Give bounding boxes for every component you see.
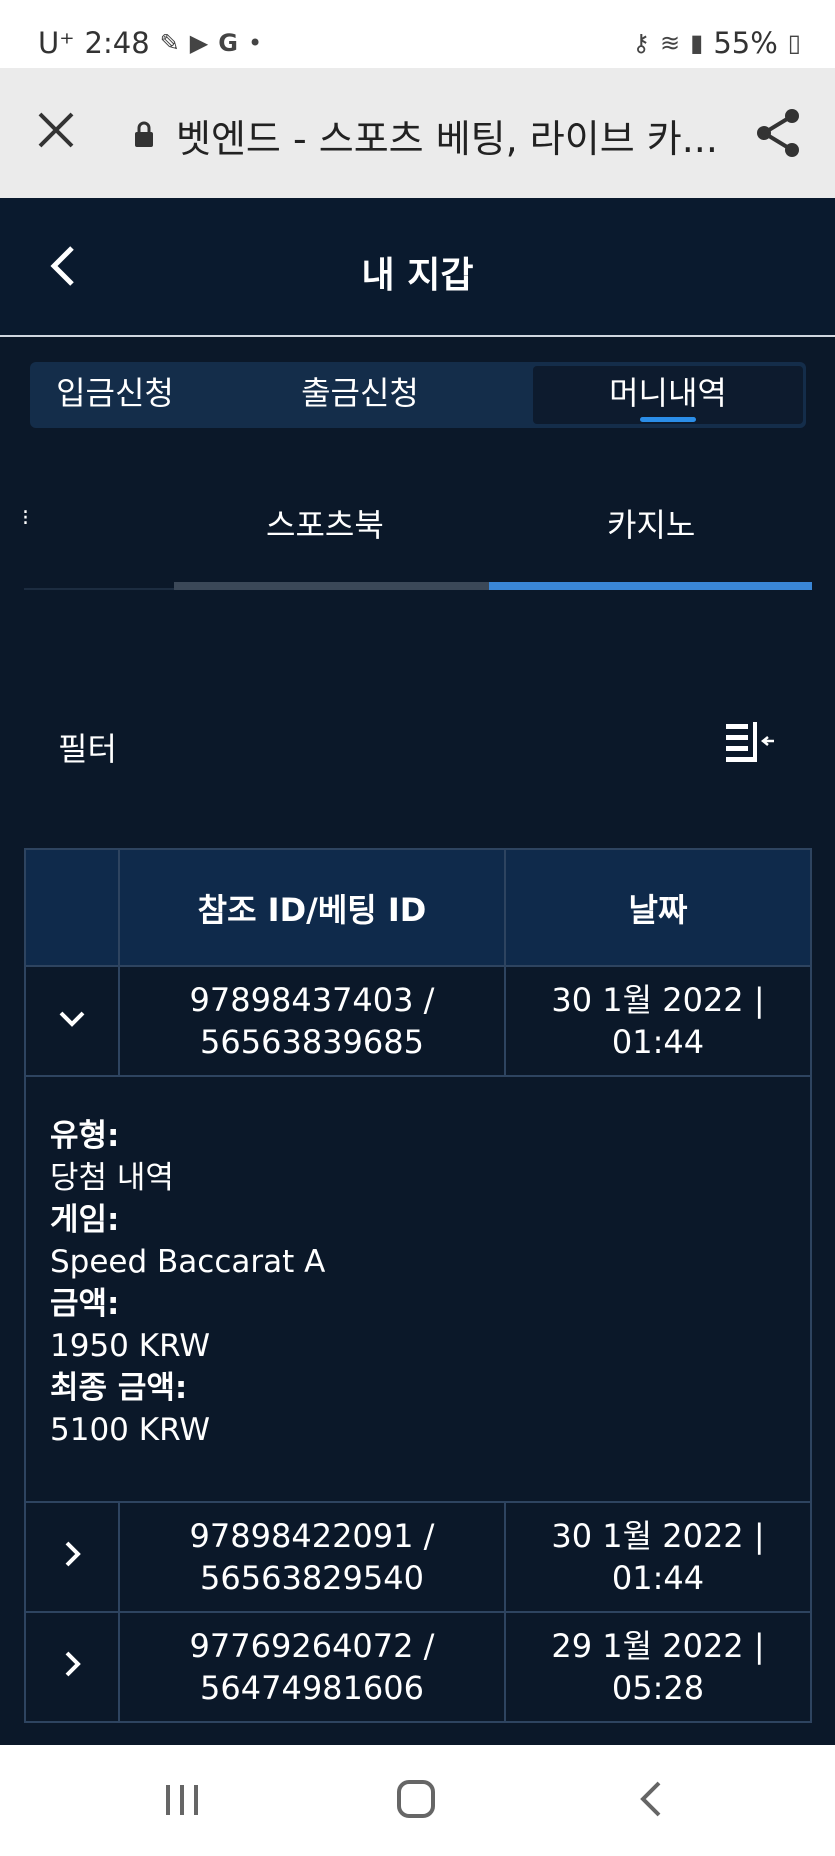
ref-id-line1: 97898437403 / [189, 981, 435, 1019]
expand-cell[interactable] [24, 1501, 120, 1613]
final-amount-label: 최종 금액: [50, 1370, 188, 1406]
history-subtabs: ⁝ 스포츠북 카지노 [22, 480, 812, 590]
date-cell: 29 1월 2022 | 05:28 [504, 1611, 812, 1723]
battery-percent: 55% [713, 26, 778, 60]
filter-collapse-icon[interactable] [726, 722, 776, 766]
tab-money-history-label: 머니내역 [609, 374, 727, 412]
game-label: 게임: [50, 1202, 120, 1238]
type-value: 당첨 내역 [50, 1160, 174, 1196]
signal-icon: ▮ [690, 29, 704, 57]
browser-toolbar: 벳엔드 - 스포츠 베팅, 라이브 카... [0, 68, 835, 198]
key-icon: ⚷ [632, 29, 650, 57]
page-title[interactable]: 벳엔드 - 스포츠 베팅, 라이브 카... [176, 108, 716, 163]
row-detail: 유형: 당첨 내역 게임: Speed Baccarat A 금액: 1950 … [24, 1075, 812, 1503]
ref-id-cell: 97898437403 / 56563839685 [118, 965, 506, 1077]
subtab-track [174, 582, 489, 590]
date-cell: 30 1월 2022 | 01:44 [504, 1501, 812, 1613]
tab-withdraw[interactable]: 출금신청 [260, 362, 460, 428]
home-icon[interactable] [396, 1779, 436, 1819]
table-header-row: 참조 ID/베팅 ID 날짜 [24, 848, 812, 967]
ref-id-line1: 97898422091 / [189, 1517, 435, 1555]
youtube-icon: ▶ [189, 29, 209, 57]
battery-icon: ▯ [787, 29, 801, 57]
google-icon: G [218, 29, 238, 57]
date-cell: 30 1월 2022 | 01:44 [504, 965, 812, 1077]
wallet-title: 내 지갑 [361, 255, 474, 296]
table-row[interactable]: 97898437403 / 56563839685 30 1월 2022 | 0… [24, 965, 812, 1077]
date-line1: 30 1월 2022 | [551, 981, 765, 1019]
table-row[interactable]: 97769264072 / 56474981606 29 1월 2022 | 0… [24, 1611, 812, 1723]
chevron-down-icon[interactable] [58, 1004, 86, 1032]
subtab-active-indicator [489, 582, 812, 590]
expand-cell[interactable] [24, 965, 120, 1077]
money-history-table: 참조 ID/베팅 ID 날짜 97898437403 / 56563839685… [24, 848, 812, 1723]
date-line2: 05:28 [611, 1669, 705, 1707]
recent-apps-icon[interactable] [162, 1781, 202, 1819]
android-nav-bar [0, 1745, 835, 1856]
ref-id-cell: 97898422091 / 56563829540 [118, 1501, 506, 1613]
date-line2: 01:44 [611, 1023, 705, 1061]
lock-icon [135, 121, 153, 147]
close-icon[interactable] [36, 110, 76, 150]
amount-label: 금액: [50, 1286, 120, 1322]
status-bar: U⁺ 2:48 ✎ ▶ G • ⚷ ≋ ▮ 55% ▯ [0, 0, 835, 68]
table-row[interactable]: 97898422091 / 56563829540 30 1월 2022 | 0… [24, 1501, 812, 1613]
wifi-icon: ≋ [659, 29, 681, 57]
ref-id-line2: 56474981606 [200, 1669, 424, 1707]
type-label: 유형: [50, 1118, 120, 1154]
notification-icon: ✎ [159, 29, 180, 57]
tab-money-history[interactable]: 머니내역 [533, 366, 803, 424]
ref-id-line2: 56563829540 [200, 1559, 424, 1597]
clock: 2:48 [84, 26, 150, 60]
wallet-tabs: 입금신청 출금신청 머니내역 [30, 362, 806, 428]
row-detail-cell: 유형: 당첨 내역 게임: Speed Baccarat A 금액: 1950 … [24, 1075, 812, 1503]
dot-icon: • [247, 29, 263, 57]
tab-deposit[interactable]: 입금신청 [30, 362, 200, 428]
ref-id-line1: 97769264072 / [189, 1627, 435, 1665]
date-line1: 29 1월 2022 | [551, 1627, 765, 1665]
ref-id-line2: 56563839685 [200, 1023, 424, 1061]
active-tab-indicator [640, 417, 696, 422]
nav-back-icon[interactable] [637, 1779, 663, 1819]
carrier-label: U⁺ [38, 26, 75, 60]
subtab-sportsbook[interactable]: 스포츠북 [266, 500, 384, 546]
date-line1: 30 1월 2022 | [551, 1517, 765, 1555]
final-amount-value: 5100 KRW [50, 1412, 211, 1448]
date-line2: 01:44 [611, 1559, 705, 1597]
share-icon[interactable] [756, 108, 802, 158]
filter-label: 필터 [58, 730, 117, 768]
chevron-right-icon[interactable] [58, 1540, 86, 1568]
date-header: 날짜 [504, 848, 812, 967]
amount-value: 1950 KRW [50, 1328, 211, 1364]
subtab-casino[interactable]: 카지노 [607, 500, 695, 546]
expand-column-header [24, 848, 120, 967]
ref-id-header: 참조 ID/베팅 ID [118, 848, 506, 967]
game-value: Speed Baccarat A [50, 1244, 326, 1280]
scroll-indicator-icon: ⁝ [22, 506, 29, 531]
app-header: 내 지갑 [0, 198, 835, 337]
chevron-right-icon[interactable] [58, 1650, 86, 1678]
expand-cell[interactable] [24, 1611, 120, 1723]
ref-id-cell: 97769264072 / 56474981606 [118, 1611, 506, 1723]
